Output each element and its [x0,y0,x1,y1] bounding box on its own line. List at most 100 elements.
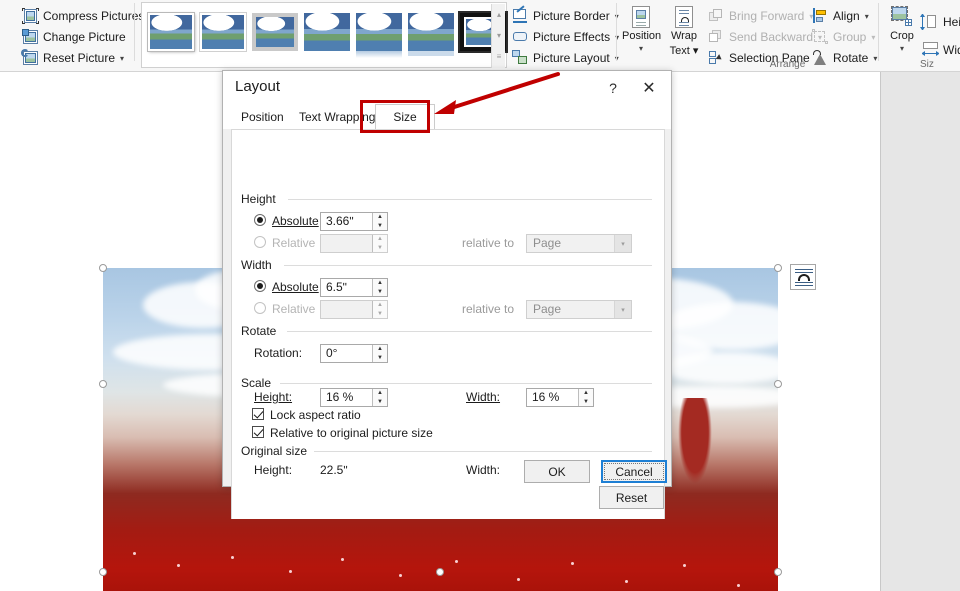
height-relative-radio[interactable] [254,236,266,248]
spin-up-icon[interactable]: ▲ [579,389,593,398]
spin-down-icon[interactable]: ▼ [373,244,387,253]
ribbon-command-compress-pictures[interactable]: Compress Pictures [22,6,149,26]
scale-height-value[interactable]: 16 % [321,389,372,406]
gallery-scroll-up-icon[interactable]: ▴ [492,4,506,25]
spin-up-icon[interactable]: ▲ [373,279,387,288]
selection-handle-bottom-left[interactable] [99,568,107,576]
ribbon-command-change-picture[interactable]: Change Picture [22,27,131,47]
original-width-label: Width: [466,463,501,477]
width-absolute-value[interactable]: 6.5ʺ [321,279,372,296]
cancel-button[interactable]: Cancel [601,460,667,483]
spin-down-icon[interactable]: ▼ [373,310,387,319]
width-relative-to-combo[interactable]: Page ▾ [526,300,632,319]
ok-button[interactable]: OK [524,460,590,483]
height-relative-spinner[interactable]: ▲ ▼ [372,235,387,252]
relative-original-size-checkbox[interactable] [252,426,264,438]
help-icon[interactable]: ? [595,71,631,104]
lock-aspect-ratio-checkbox[interactable] [252,408,264,420]
height-absolute-radio[interactable] [254,214,266,226]
height-relative-to-label: relative to [462,236,515,250]
gallery-more-icon[interactable]: ≡ [492,46,506,67]
height-relative-value[interactable] [321,235,372,252]
rotation-value[interactable]: 0° [321,345,372,362]
spin-down-icon[interactable]: ▼ [373,398,387,407]
gallery-thumb-3[interactable] [252,13,298,51]
ribbon-command-group[interactable]: Group ▾ [812,27,875,47]
selection-handle-middle-left[interactable] [99,380,107,388]
spin-up-icon[interactable]: ▲ [373,235,387,244]
height-relative-label: Relative [272,236,316,250]
chevron-down-icon[interactable]: ▾ [614,235,631,252]
ribbon-command-bring-forward[interactable]: Bring Forward ▾ [708,6,813,26]
scale-width-input[interactable]: 16 % ▲ ▼ [526,388,594,407]
scale-width-value[interactable]: 16 % [527,389,578,406]
gallery-thumb-4[interactable] [304,13,350,51]
ribbon-button-sublabel: Text ▾ [669,45,699,57]
selection-handle-bottom-right[interactable] [774,568,782,576]
spin-down-icon[interactable]: ▼ [579,398,593,407]
gallery-scrollbar[interactable]: ▴ ▾ ≡ [491,4,505,68]
spin-up-icon[interactable]: ▲ [373,345,387,354]
spin-up-icon[interactable]: ▲ [373,301,387,310]
rotation-input[interactable]: 0° ▲ ▼ [320,344,388,363]
ribbon-command-shape-width[interactable]: Widt [922,40,960,60]
gallery-thumb-2[interactable] [200,13,246,51]
tab-size[interactable]: Size [375,104,435,129]
selection-handle-top-left[interactable] [99,264,107,272]
selection-handle-top-right[interactable] [774,264,782,272]
original-height-label: Height: [254,463,293,477]
width-relative-radio[interactable] [254,302,266,314]
ribbon-command-reset-picture[interactable]: Reset Picture ▾ [21,48,124,68]
rotation-spinner[interactable]: ▲ ▼ [372,345,387,362]
ribbon-button-wrap-text[interactable]: Wrap Text ▾ [664,4,704,60]
ribbon-command-shape-height[interactable]: Heig [920,12,960,32]
spin-down-icon[interactable]: ▼ [373,222,387,231]
picture-styles-gallery[interactable]: ▴ ▾ ≡ [141,2,508,68]
gallery-scroll-down-icon[interactable]: ▾ [492,25,506,46]
width-absolute-input[interactable]: 6.5ʺ ▲ ▼ [320,278,388,297]
reset-button[interactable]: Reset [599,486,664,509]
height-relative-to-combo[interactable]: Page ▾ [526,234,632,253]
spin-down-icon[interactable]: ▼ [373,354,387,363]
ribbon-command-send-backward[interactable]: Send Backward ▾ [708,27,822,47]
ribbon-command-picture-effects[interactable]: Picture Effects ▾ [512,27,619,47]
width-relative-input[interactable]: ▲ ▼ [320,300,388,319]
selection-handle-middle-right[interactable] [774,380,782,388]
width-absolute-spinner[interactable]: ▲ ▼ [372,279,387,296]
scale-height-input[interactable]: 16 % ▲ ▼ [320,388,388,407]
ribbon-command-picture-border[interactable]: Picture Border ▾ [512,5,619,26]
height-absolute-spinner[interactable]: ▲ ▼ [372,213,387,230]
ribbon-button-label: Position [622,30,662,42]
ribbon-command-picture-layout[interactable]: Picture Layout ▾ [512,48,619,68]
layout-options-button[interactable] [790,264,816,290]
selection-handle-bottom-center[interactable] [436,568,444,576]
ribbon-command-label: Reset Picture [43,51,116,65]
spin-up-icon[interactable]: ▲ [373,213,387,222]
dialog-titlebar[interactable]: Layout ? ✕ [223,71,671,104]
height-relative-input[interactable]: ▲ ▼ [320,234,388,253]
width-absolute-radio[interactable] [254,280,266,292]
height-absolute-value[interactable]: 3.66ʺ [321,213,372,230]
gallery-thumb-6[interactable] [408,13,454,56]
scale-width-spinner[interactable]: ▲ ▼ [578,389,593,406]
ribbon-button-crop[interactable]: Crop ▾ [884,4,920,60]
height-absolute-label: Absolute [272,214,319,228]
chevron-down-icon: ▾ [864,11,869,21]
tab-position[interactable]: Position [231,104,294,129]
spin-up-icon[interactable]: ▲ [373,389,387,398]
gallery-thumb-5[interactable] [356,13,402,58]
height-absolute-input[interactable]: 3.66ʺ ▲ ▼ [320,212,388,231]
scale-height-spinner[interactable]: ▲ ▼ [372,389,387,406]
tab-text-wrapping[interactable]: Text Wrapping [289,104,385,129]
layout-dialog[interactable]: Layout ? ✕ Position Text Wrapping Size H… [222,70,672,519]
width-relative-value[interactable] [321,301,372,318]
chevron-down-icon[interactable]: ▾ [614,301,631,318]
ribbon-button-position[interactable]: Position ▾ [622,4,662,60]
width-relative-spinner[interactable]: ▲ ▼ [372,301,387,318]
spin-down-icon[interactable]: ▼ [373,288,387,297]
ribbon-command-align[interactable]: Align ▾ [812,6,869,26]
gallery-thumb-1[interactable] [148,13,194,51]
dialog-tabstrip[interactable]: Position Text Wrapping Size [223,104,671,129]
group-rule [284,265,652,266]
close-icon[interactable]: ✕ [631,71,667,104]
